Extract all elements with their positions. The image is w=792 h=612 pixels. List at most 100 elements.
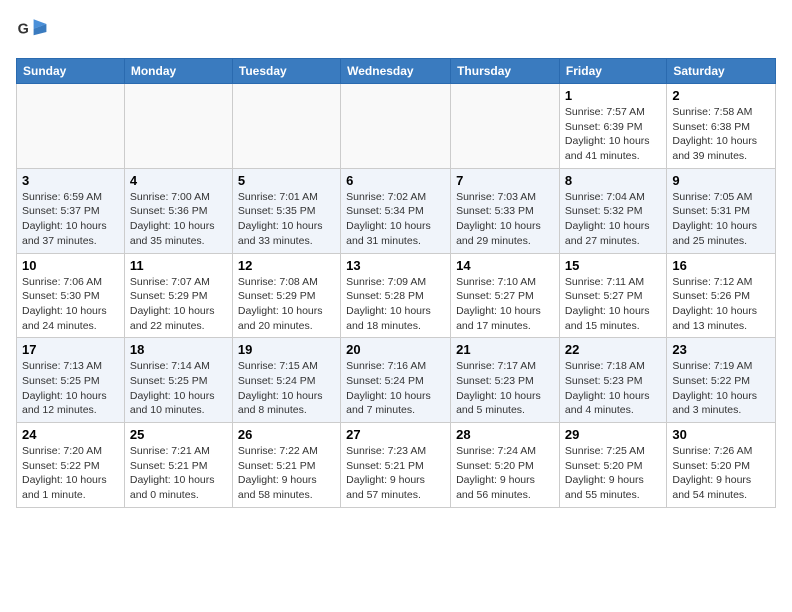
calendar-cell: 12 Sunrise: 7:08 AM Sunset: 5:29 PM Dayli… <box>232 253 340 338</box>
calendar-cell: 21 Sunrise: 7:17 AM Sunset: 5:23 PM Dayli… <box>451 338 560 423</box>
day-info: Sunrise: 7:16 AM Sunset: 5:24 PM Dayligh… <box>346 359 445 418</box>
week-row-2: 3 Sunrise: 6:59 AM Sunset: 5:37 PM Daylig… <box>17 168 776 253</box>
day-number: 25 <box>130 427 227 442</box>
calendar-cell <box>17 84 125 169</box>
day-info: Sunrise: 7:09 AM Sunset: 5:28 PM Dayligh… <box>346 275 445 334</box>
day-number: 9 <box>672 173 770 188</box>
calendar-cell: 1 Sunrise: 7:57 AM Sunset: 6:39 PM Daylig… <box>559 84 666 169</box>
calendar-cell: 5 Sunrise: 7:01 AM Sunset: 5:35 PM Daylig… <box>232 168 340 253</box>
day-header-wednesday: Wednesday <box>341 59 451 84</box>
calendar-cell: 11 Sunrise: 7:07 AM Sunset: 5:29 PM Dayli… <box>124 253 232 338</box>
day-number: 29 <box>565 427 661 442</box>
day-number: 10 <box>22 258 119 273</box>
day-info: Sunrise: 6:59 AM Sunset: 5:37 PM Dayligh… <box>22 190 119 249</box>
day-number: 30 <box>672 427 770 442</box>
day-header-monday: Monday <box>124 59 232 84</box>
week-row-4: 17 Sunrise: 7:13 AM Sunset: 5:25 PM Dayli… <box>17 338 776 423</box>
day-number: 5 <box>238 173 335 188</box>
calendar-cell: 16 Sunrise: 7:12 AM Sunset: 5:26 PM Dayli… <box>667 253 776 338</box>
week-row-3: 10Sunrise: 7:06 AM Sunset: 5:30 PM Dayli… <box>17 253 776 338</box>
calendar-cell: 13 Sunrise: 7:09 AM Sunset: 5:28 PM Dayli… <box>341 253 451 338</box>
logo: G <box>16 16 52 48</box>
day-number: 20 <box>346 342 445 357</box>
day-info: Sunrise: 7:57 AM Sunset: 6:39 PM Dayligh… <box>565 105 661 164</box>
day-number: 7 <box>456 173 554 188</box>
day-number: 11 <box>130 258 227 273</box>
day-info: Sunrise: 7:17 AM Sunset: 5:23 PM Dayligh… <box>456 359 554 418</box>
day-number: 4 <box>130 173 227 188</box>
day-info: Sunrise: 7:24 AM Sunset: 5:20 PM Dayligh… <box>456 444 554 503</box>
day-info: Sunrise: 7:01 AM Sunset: 5:35 PM Dayligh… <box>238 190 335 249</box>
day-info: Sunrise: 7:13 AM Sunset: 5:25 PM Dayligh… <box>22 359 119 418</box>
day-header-saturday: Saturday <box>667 59 776 84</box>
day-info: Sunrise: 7:22 AM Sunset: 5:21 PM Dayligh… <box>238 444 335 503</box>
calendar-cell: 23Sunrise: 7:19 AM Sunset: 5:22 PM Dayli… <box>667 338 776 423</box>
calendar-cell: 3 Sunrise: 6:59 AM Sunset: 5:37 PM Daylig… <box>17 168 125 253</box>
day-info: Sunrise: 7:07 AM Sunset: 5:29 PM Dayligh… <box>130 275 227 334</box>
day-info: Sunrise: 7:02 AM Sunset: 5:34 PM Dayligh… <box>346 190 445 249</box>
day-header-thursday: Thursday <box>451 59 560 84</box>
day-info: Sunrise: 7:20 AM Sunset: 5:22 PM Dayligh… <box>22 444 119 503</box>
week-row-5: 24 Sunrise: 7:20 AM Sunset: 5:22 PM Dayli… <box>17 423 776 508</box>
calendar-cell: 7 Sunrise: 7:03 AM Sunset: 5:33 PM Daylig… <box>451 168 560 253</box>
calendar-cell: 17 Sunrise: 7:13 AM Sunset: 5:25 PM Dayli… <box>17 338 125 423</box>
calendar-cell: 2 Sunrise: 7:58 AM Sunset: 6:38 PM Daylig… <box>667 84 776 169</box>
calendar-cell: 9 Sunrise: 7:05 AM Sunset: 5:31 PM Daylig… <box>667 168 776 253</box>
day-number: 24 <box>22 427 119 442</box>
day-info: Sunrise: 7:11 AM Sunset: 5:27 PM Dayligh… <box>565 275 661 334</box>
day-number: 1 <box>565 88 661 103</box>
day-number: 23 <box>672 342 770 357</box>
day-number: 22 <box>565 342 661 357</box>
day-number: 18 <box>130 342 227 357</box>
calendar-cell: 19 Sunrise: 7:15 AM Sunset: 5:24 PM Dayli… <box>232 338 340 423</box>
page-header: G <box>16 16 776 48</box>
day-number: 26 <box>238 427 335 442</box>
calendar: SundayMondayTuesdayWednesdayThursdayFrid… <box>16 58 776 508</box>
calendar-cell: 24 Sunrise: 7:20 AM Sunset: 5:22 PM Dayli… <box>17 423 125 508</box>
day-info: Sunrise: 7:23 AM Sunset: 5:21 PM Dayligh… <box>346 444 445 503</box>
calendar-cell <box>232 84 340 169</box>
calendar-cell <box>451 84 560 169</box>
day-info: Sunrise: 7:18 AM Sunset: 5:23 PM Dayligh… <box>565 359 661 418</box>
day-info: Sunrise: 7:15 AM Sunset: 5:24 PM Dayligh… <box>238 359 335 418</box>
day-info: Sunrise: 7:12 AM Sunset: 5:26 PM Dayligh… <box>672 275 770 334</box>
day-number: 12 <box>238 258 335 273</box>
calendar-cell: 6 Sunrise: 7:02 AM Sunset: 5:34 PM Daylig… <box>341 168 451 253</box>
day-number: 19 <box>238 342 335 357</box>
calendar-cell <box>124 84 232 169</box>
week-row-1: 1 Sunrise: 7:57 AM Sunset: 6:39 PM Daylig… <box>17 84 776 169</box>
calendar-cell: 27 Sunrise: 7:23 AM Sunset: 5:21 PM Dayli… <box>341 423 451 508</box>
calendar-cell: 14 Sunrise: 7:10 AM Sunset: 5:27 PM Dayli… <box>451 253 560 338</box>
day-number: 21 <box>456 342 554 357</box>
calendar-cell: 28 Sunrise: 7:24 AM Sunset: 5:20 PM Dayli… <box>451 423 560 508</box>
day-info: Sunrise: 7:08 AM Sunset: 5:29 PM Dayligh… <box>238 275 335 334</box>
day-header-tuesday: Tuesday <box>232 59 340 84</box>
day-info: Sunrise: 7:00 AM Sunset: 5:36 PM Dayligh… <box>130 190 227 249</box>
day-info: Sunrise: 7:14 AM Sunset: 5:25 PM Dayligh… <box>130 359 227 418</box>
calendar-cell: 20 Sunrise: 7:16 AM Sunset: 5:24 PM Dayli… <box>341 338 451 423</box>
day-number: 3 <box>22 173 119 188</box>
calendar-cell: 10Sunrise: 7:06 AM Sunset: 5:30 PM Dayli… <box>17 253 125 338</box>
day-number: 2 <box>672 88 770 103</box>
day-info: Sunrise: 7:26 AM Sunset: 5:20 PM Dayligh… <box>672 444 770 503</box>
day-number: 6 <box>346 173 445 188</box>
day-info: Sunrise: 7:10 AM Sunset: 5:27 PM Dayligh… <box>456 275 554 334</box>
day-number: 17 <box>22 342 119 357</box>
day-info: Sunrise: 7:58 AM Sunset: 6:38 PM Dayligh… <box>672 105 770 164</box>
calendar-cell: 26 Sunrise: 7:22 AM Sunset: 5:21 PM Dayli… <box>232 423 340 508</box>
calendar-cell: 22 Sunrise: 7:18 AM Sunset: 5:23 PM Dayli… <box>559 338 666 423</box>
day-number: 28 <box>456 427 554 442</box>
day-info: Sunrise: 7:25 AM Sunset: 5:20 PM Dayligh… <box>565 444 661 503</box>
day-info: Sunrise: 7:03 AM Sunset: 5:33 PM Dayligh… <box>456 190 554 249</box>
day-header-friday: Friday <box>559 59 666 84</box>
day-info: Sunrise: 7:05 AM Sunset: 5:31 PM Dayligh… <box>672 190 770 249</box>
day-number: 14 <box>456 258 554 273</box>
day-number: 8 <box>565 173 661 188</box>
day-number: 15 <box>565 258 661 273</box>
day-number: 27 <box>346 427 445 442</box>
calendar-cell: 4 Sunrise: 7:00 AM Sunset: 5:36 PM Daylig… <box>124 168 232 253</box>
calendar-cell: 18 Sunrise: 7:14 AM Sunset: 5:25 PM Dayli… <box>124 338 232 423</box>
day-number: 13 <box>346 258 445 273</box>
day-number: 16 <box>672 258 770 273</box>
day-header-sunday: Sunday <box>17 59 125 84</box>
